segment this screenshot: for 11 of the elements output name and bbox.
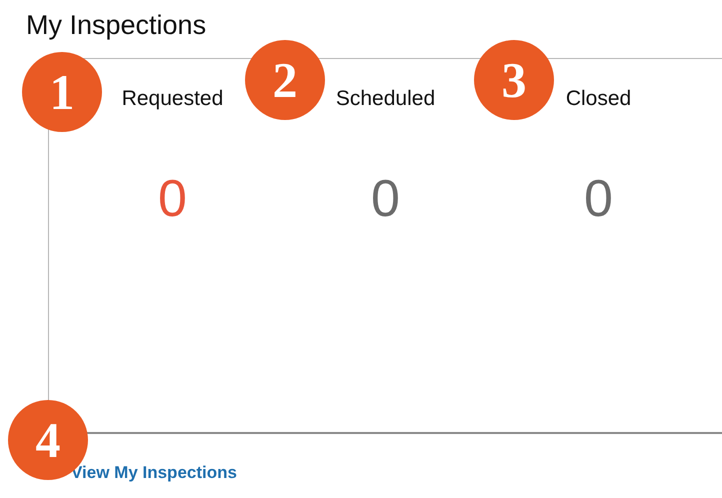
counter-label: Closed (566, 86, 632, 112)
counter-value: 0 (371, 171, 400, 227)
callout-badge: 2 (245, 40, 325, 120)
counter-label: Scheduled (336, 86, 436, 112)
counter-value: 0 (584, 171, 613, 227)
counter-label: Requested (122, 86, 224, 112)
view-inspections-link[interactable]: View My Inspections (71, 462, 237, 484)
callout-badge: 1 (22, 52, 102, 132)
callout-badge: 3 (474, 40, 554, 120)
counter-value: 0 (158, 171, 187, 227)
section-title: My Inspections (26, 10, 206, 40)
